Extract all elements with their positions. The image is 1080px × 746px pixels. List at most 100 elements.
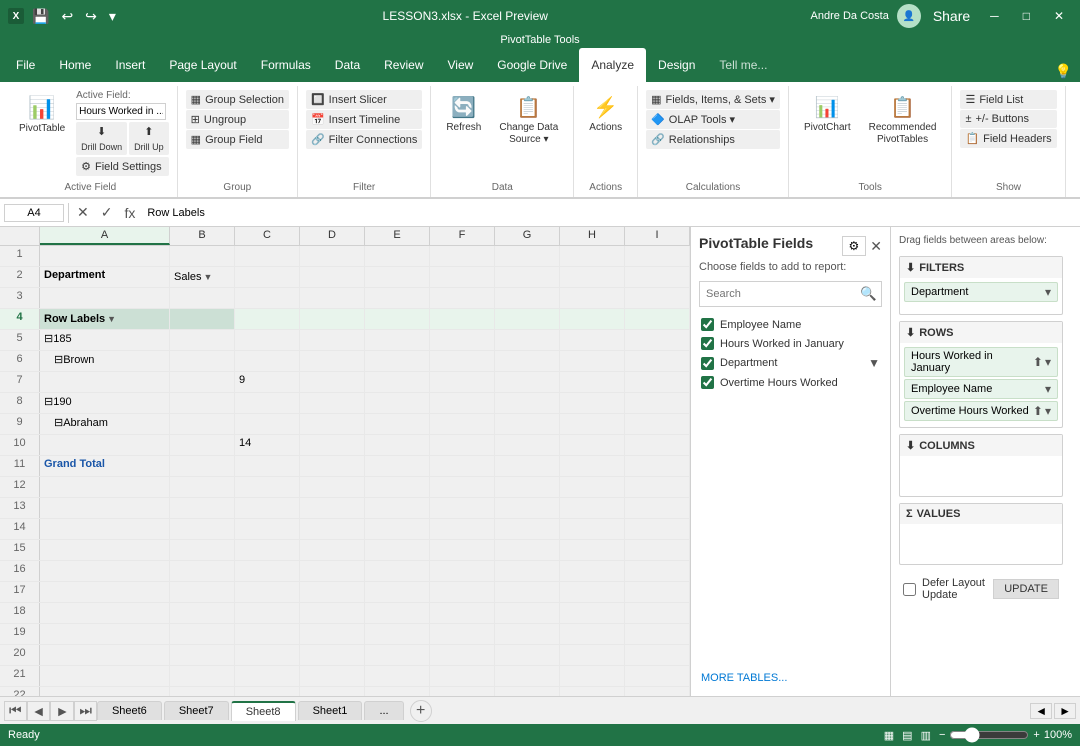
- cell-a5[interactable]: ⊟185: [40, 330, 170, 350]
- view-layout-icon[interactable]: ▤: [902, 729, 912, 742]
- cell-b8[interactable]: [170, 393, 235, 413]
- cell-b9[interactable]: [170, 414, 235, 434]
- cell-g7[interactable]: [495, 372, 560, 392]
- pivot-field-check-department[interactable]: [701, 357, 714, 370]
- cell-c8[interactable]: [235, 393, 300, 413]
- field-headers-button[interactable]: 📋 Field Headers: [960, 129, 1056, 148]
- col-header-e[interactable]: E: [365, 227, 430, 245]
- cell-g10[interactable]: [495, 435, 560, 455]
- maximize-button[interactable]: □: [1015, 7, 1038, 25]
- cell-c9[interactable]: [235, 414, 300, 434]
- cell-h11[interactable]: [560, 456, 625, 476]
- cell-d11[interactable]: [300, 456, 365, 476]
- cell-b10[interactable]: [170, 435, 235, 455]
- cell-i8[interactable]: [625, 393, 690, 413]
- col-header-i[interactable]: I: [625, 227, 690, 245]
- sheet-tab-sheet7[interactable]: Sheet7: [164, 701, 229, 720]
- cell-h8[interactable]: [560, 393, 625, 413]
- cell-b1[interactable]: [170, 246, 235, 266]
- cell-a7[interactable]: [40, 372, 170, 392]
- sheet-nav-prev[interactable]: ◄: [27, 701, 51, 721]
- sheet-nav-next[interactable]: ►: [50, 701, 74, 721]
- tab-google-drive[interactable]: Google Drive: [485, 48, 579, 82]
- actions-button[interactable]: ⚡ Actions: [582, 90, 629, 139]
- cell-d10[interactable]: [300, 435, 365, 455]
- cell-b4[interactable]: [170, 309, 235, 329]
- olap-tools-button[interactable]: 🔷 OLAP Tools ▾: [646, 110, 780, 129]
- rows-overtime-settings-icon[interactable]: ⬆: [1033, 404, 1043, 418]
- tab-analyze[interactable]: Analyze: [579, 48, 646, 82]
- cell-e1[interactable]: [365, 246, 430, 266]
- cell-a9[interactable]: ⊟Abraham: [40, 414, 170, 434]
- cell-g9[interactable]: [495, 414, 560, 434]
- help-icon[interactable]: 💡: [1051, 61, 1076, 82]
- sheet-tab-sheet6[interactable]: Sheet6: [97, 701, 162, 720]
- cell-g3[interactable]: [495, 288, 560, 308]
- col-header-g[interactable]: G: [495, 227, 560, 245]
- zoom-out-icon[interactable]: −: [939, 729, 945, 741]
- sheet-tab-more[interactable]: ...: [364, 701, 403, 720]
- filter-field-dropdown-icon[interactable]: ▾: [1045, 285, 1051, 299]
- tab-formulas[interactable]: Formulas: [249, 48, 323, 82]
- cell-f1[interactable]: [430, 246, 495, 266]
- cell-a1[interactable]: [40, 246, 170, 266]
- cell-f3[interactable]: [430, 288, 495, 308]
- cell-e9[interactable]: [365, 414, 430, 434]
- cell-g11[interactable]: [495, 456, 560, 476]
- cell-b11[interactable]: [170, 456, 235, 476]
- cell-a2[interactable]: Department: [40, 267, 170, 287]
- zoom-in-icon[interactable]: +: [1033, 729, 1039, 741]
- sheet-nav-first[interactable]: ⏮: [4, 701, 27, 721]
- cell-g4[interactable]: [495, 309, 560, 329]
- rows-employee-dropdown-icon[interactable]: ▾: [1045, 382, 1051, 396]
- pivot-settings-button[interactable]: ⚙: [842, 236, 867, 256]
- col-header-c[interactable]: C: [235, 227, 300, 245]
- recommended-pivottables-button[interactable]: 📋 RecommendedPivotTables: [862, 90, 944, 151]
- scroll-left-button[interactable]: ◄: [1030, 703, 1052, 719]
- cell-i6[interactable]: [625, 351, 690, 371]
- filter-connections-button[interactable]: 🔗 Filter Connections: [306, 130, 422, 149]
- cell-f5[interactable]: [430, 330, 495, 350]
- sheet-tab-sheet1[interactable]: Sheet1: [298, 701, 363, 720]
- sheet-tab-sheet8[interactable]: Sheet8: [231, 701, 296, 721]
- cell-d8[interactable]: [300, 393, 365, 413]
- pivot-field-check-employee[interactable]: [701, 318, 714, 331]
- fields-items-sets-button[interactable]: ▦ Fields, Items, & Sets ▾: [646, 90, 780, 109]
- field-settings-button[interactable]: ⚙ Field Settings: [76, 157, 169, 176]
- cell-e2[interactable]: [365, 267, 430, 287]
- cell-f9[interactable]: [430, 414, 495, 434]
- cell-h5[interactable]: [560, 330, 625, 350]
- share-button[interactable]: Share: [929, 6, 974, 26]
- update-button[interactable]: UPDATE: [993, 579, 1059, 599]
- col-header-f[interactable]: F: [430, 227, 495, 245]
- cell-i10[interactable]: [625, 435, 690, 455]
- cell-c11[interactable]: [235, 456, 300, 476]
- cell-i7[interactable]: [625, 372, 690, 392]
- rows-overtime-dropdown-icon[interactable]: ▾: [1045, 404, 1051, 418]
- col-header-h[interactable]: H: [560, 227, 625, 245]
- tab-file[interactable]: File: [4, 48, 47, 82]
- pivot-field-check-overtime[interactable]: [701, 376, 714, 389]
- cell-f10[interactable]: [430, 435, 495, 455]
- tab-insert[interactable]: Insert: [103, 48, 157, 82]
- cell-f2[interactable]: [430, 267, 495, 287]
- cell-a10[interactable]: [40, 435, 170, 455]
- cell-e4[interactable]: [365, 309, 430, 329]
- cancel-formula-button[interactable]: ✕: [73, 202, 93, 223]
- field-list-button[interactable]: ☰ Field List: [960, 90, 1056, 109]
- cell-d1[interactable]: [300, 246, 365, 266]
- cell-b3[interactable]: [170, 288, 235, 308]
- cell-d2[interactable]: [300, 267, 365, 287]
- pivot-field-department[interactable]: Department ▼: [699, 353, 882, 373]
- formula-input[interactable]: [143, 205, 1076, 221]
- cell-i11[interactable]: [625, 456, 690, 476]
- rows-field-hours-worked[interactable]: Hours Worked in January ⬆ ▾: [904, 347, 1058, 377]
- filter-dropdown-icon[interactable]: ▼: [107, 314, 116, 324]
- filter-field-department[interactable]: Department ▾: [904, 282, 1058, 302]
- cell-a6[interactable]: ⊟Brown: [40, 351, 170, 371]
- cell-d7[interactable]: [300, 372, 365, 392]
- cell-a4[interactable]: Row Labels ▼: [40, 309, 170, 329]
- ungroup-button[interactable]: ⊞ Ungroup: [186, 110, 289, 129]
- cell-b7[interactable]: [170, 372, 235, 392]
- cell-c5[interactable]: [235, 330, 300, 350]
